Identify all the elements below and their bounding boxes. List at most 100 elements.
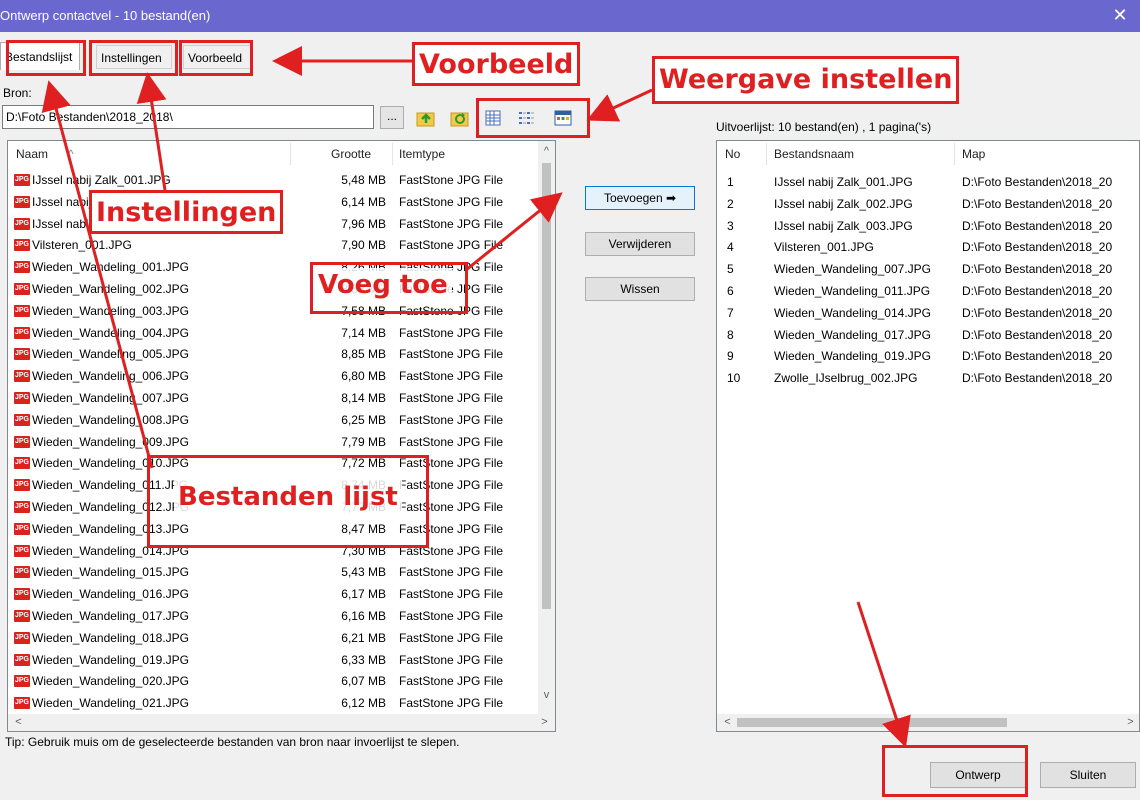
file-size: 8,85 MB xyxy=(341,347,386,362)
row-filename: Vilsteren_001.JPG xyxy=(774,240,874,255)
file-name: Wieden_Wandeling_008.JPG xyxy=(32,412,189,427)
list-item[interactable]: JPG Wieden_Wandeling_008.JPG 6,25 MB FastSt… xyxy=(8,409,538,431)
add-button[interactable]: Toevoegen ➡ xyxy=(585,186,695,210)
row-folder: D:\Foto Bestanden\2018_20 xyxy=(962,262,1113,277)
annotation-box-instellingen-tab xyxy=(89,40,178,76)
row-folder: D:\Foto Bestanden\2018_20 xyxy=(962,196,1113,211)
file-size: 7,96 MB xyxy=(341,216,386,231)
row-number: 1 xyxy=(727,175,734,189)
list-item[interactable]: JPG Vilsteren_001.JPG 7,90 MB FastStone JPG… xyxy=(8,234,538,256)
file-size: 6,21 MB xyxy=(341,630,386,645)
column-header-bestandsnaam[interactable]: Bestandsnaam xyxy=(774,141,854,167)
file-type: FastStone JPG File xyxy=(399,347,504,362)
list-item[interactable]: JPG Wieden_Wandeling_021.JPG 6,12 MB FastSt… xyxy=(8,692,538,714)
source-horizontal-scrollbar[interactable]: < > xyxy=(8,714,555,731)
list-item[interactable]: JPG Wieden_Wandeling_018.JPG 6,21 MB FastSt… xyxy=(8,627,538,649)
file-type: FastStone JPG File xyxy=(399,630,504,645)
list-item[interactable]: JPG Wieden_Wandeling_016.JPG 6,17 MB FastSt… xyxy=(8,583,538,605)
source-vertical-scrollbar[interactable]: ^ v xyxy=(538,141,555,715)
jpg-file-icon: JPG xyxy=(14,544,30,557)
file-size: 7,14 MB xyxy=(341,325,386,340)
list-item[interactable]: JPG Wieden_Wandeling_007.JPG 8,14 MB FastSt… xyxy=(8,387,538,409)
jpg-file-icon: JPG xyxy=(14,566,30,579)
table-row[interactable]: 1 IJssel nabij Zalk_001.JPG D:\Foto Bestan… xyxy=(717,171,1139,193)
table-row[interactable]: 10 Zwolle_IJselbrug_002.JPG D:\Foto Bestan… xyxy=(717,367,1139,389)
table-row[interactable]: 2 IJssel nabij Zalk_002.JPG D:\Foto Bestan… xyxy=(717,193,1139,215)
scroll-right-icon[interactable]: > xyxy=(536,716,553,728)
column-header-map[interactable]: Map xyxy=(962,141,985,167)
list-item[interactable]: JPG Wieden_Wandeling_015.JPG 5,43 MB FastSt… xyxy=(8,561,538,583)
annotation-box-bestandslijst xyxy=(6,40,86,76)
scroll-up-icon[interactable]: ^ xyxy=(538,145,555,157)
list-item[interactable]: JPG Wieden_Wandeling_009.JPG 7,79 MB FastSt… xyxy=(8,431,538,453)
file-size: 7,79 MB xyxy=(341,434,386,449)
remove-button[interactable]: Verwijderen xyxy=(585,232,695,256)
file-type: FastStone JPG File xyxy=(399,674,504,689)
folder-up-icon[interactable] xyxy=(416,108,436,128)
scroll-right-icon[interactable]: > xyxy=(1122,716,1139,728)
annotation-bestanden-lijst: Bestanden lijst xyxy=(174,480,402,514)
title-bar: Ontwerp contactvel - 10 bestand(en) ✕ xyxy=(0,0,1140,32)
file-type: FastStone JPG File xyxy=(399,173,504,187)
table-row[interactable]: 4 Vilsteren_001.JPG D:\Foto Bestanden\2018… xyxy=(717,236,1139,258)
column-header-grootte[interactable]: Grootte xyxy=(331,141,371,167)
scroll-left-icon[interactable]: < xyxy=(719,716,736,728)
file-type: FastStone JPG File xyxy=(399,434,504,449)
jpg-file-icon: JPG xyxy=(14,588,30,601)
list-item[interactable]: JPG Wieden_Wandeling_017.JPG 6,16 MB FastSt… xyxy=(8,605,538,627)
row-filename: Zwolle_IJselbrug_002.JPG xyxy=(774,371,918,386)
scroll-down-icon[interactable]: v xyxy=(538,689,555,701)
table-row[interactable]: 7 Wieden_Wandeling_014.JPG D:\Foto Bestand… xyxy=(717,302,1139,324)
list-item[interactable]: JPG Wieden_Wandeling_005.JPG 8,85 MB FastSt… xyxy=(8,343,538,365)
column-header-no[interactable]: No xyxy=(725,141,740,167)
file-type: FastStone JPG File xyxy=(399,391,504,405)
scroll-thumb[interactable] xyxy=(737,718,1007,727)
file-name: Wieden_Wandeling_004.JPG xyxy=(32,325,189,340)
refresh-icon[interactable] xyxy=(450,108,470,128)
row-folder: D:\Foto Bestanden\2018_20 xyxy=(962,284,1113,298)
file-type: FastStone JPG File xyxy=(399,325,504,340)
close-icon[interactable]: ✕ xyxy=(1110,5,1130,25)
table-row[interactable]: 6 Wieden_Wandeling_011.JPG D:\Foto Bestand… xyxy=(717,280,1139,302)
row-number: 5 xyxy=(727,262,734,277)
close-button[interactable]: Sluiten xyxy=(1040,762,1136,788)
list-item[interactable]: JPG Wieden_Wandeling_004.JPG 7,14 MB FastSt… xyxy=(8,322,538,344)
source-path-input[interactable]: D:\Foto Bestanden\2018_2018\ xyxy=(2,105,374,129)
file-name: Wieden_Wandeling_003.JPG xyxy=(32,303,189,318)
row-number: 4 xyxy=(727,240,734,255)
row-filename: Wieden_Wandeling_014.JPG xyxy=(774,305,931,320)
file-size: 6,80 MB xyxy=(341,369,386,384)
table-row[interactable]: 8 Wieden_Wandeling_017.JPG D:\Foto Bestand… xyxy=(717,324,1139,346)
list-item[interactable]: JPG IJssel nabij Zalk_001.JPG 5,48 MB FastS… xyxy=(8,169,538,191)
file-size: 6,07 MB xyxy=(341,674,386,689)
file-size: 6,14 MB xyxy=(341,194,386,209)
table-row[interactable]: 5 Wieden_Wandeling_007.JPG D:\Foto Bestand… xyxy=(717,258,1139,280)
output-horizontal-scrollbar[interactable]: < > xyxy=(717,714,1139,731)
row-folder: D:\Foto Bestanden\2018_20 xyxy=(962,240,1113,255)
browse-button[interactable]: ... xyxy=(380,106,404,129)
file-size: 6,17 MB xyxy=(341,587,386,602)
file-name: Wieden_Wandeling_005.JPG xyxy=(32,347,189,362)
table-row[interactable]: 9 Wieden_Wandeling_019.JPG D:\Foto Bestand… xyxy=(717,345,1139,367)
jpg-file-icon: JPG xyxy=(14,370,30,383)
file-name: Wieden_Wandeling_016.JPG xyxy=(32,587,189,602)
table-row[interactable]: 3 IJssel nabij Zalk_003.JPG D:\Foto Bestan… xyxy=(717,215,1139,237)
scroll-left-icon[interactable]: < xyxy=(10,716,27,728)
row-filename: Wieden_Wandeling_011.JPG xyxy=(774,284,931,298)
clear-button[interactable]: Wissen xyxy=(585,277,695,301)
row-filename: Wieden_Wandeling_019.JPG xyxy=(774,349,931,364)
annotation-voorbeeld: Voorbeeld xyxy=(412,42,581,86)
jpg-file-icon: JPG xyxy=(14,217,30,230)
column-header-naam[interactable]: Naam xyxy=(16,141,48,167)
jpg-file-icon: JPG xyxy=(14,457,30,470)
list-item[interactable]: JPG Wieden_Wandeling_019.JPG 6,33 MB FastSt… xyxy=(8,649,538,671)
output-file-list[interactable]: No Bestandsnaam Map 1 IJssel nabij Zalk_0… xyxy=(716,140,1140,732)
window-title: Ontwerp contactvel - 10 bestand(en) xyxy=(0,8,211,23)
row-number: 10 xyxy=(727,371,741,386)
list-item[interactable]: JPG Wieden_Wandeling_006.JPG 6,80 MB FastSt… xyxy=(8,365,538,387)
list-item[interactable]: JPG Wieden_Wandeling_020.JPG 6,07 MB FastSt… xyxy=(8,670,538,692)
column-header-itemtype[interactable]: Itemtype xyxy=(399,141,445,167)
file-type: FastStone JPG File xyxy=(399,652,504,667)
scroll-thumb[interactable] xyxy=(542,163,551,609)
file-name: Wieden_Wandeling_021.JPG xyxy=(32,696,189,711)
